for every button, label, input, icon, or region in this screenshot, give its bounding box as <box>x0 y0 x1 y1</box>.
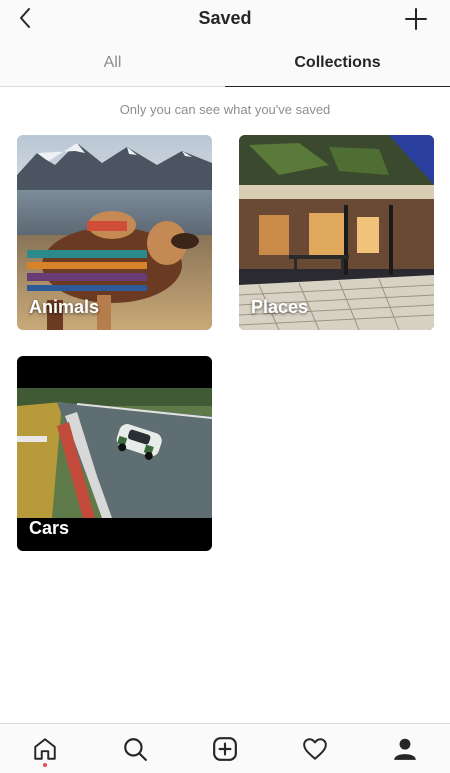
page-title: Saved <box>198 8 252 28</box>
heart-icon <box>303 737 327 760</box>
nav-create-post[interactable] <box>205 729 245 769</box>
nav-profile[interactable] <box>385 729 425 769</box>
tab-all[interactable]: All <box>0 40 225 86</box>
tab-collections[interactable]: Collections <box>225 40 450 87</box>
collection-card-places[interactable]: Places <box>239 135 434 330</box>
privacy-notice: Only you can see what you've saved <box>119 102 331 117</box>
profile-icon <box>394 738 416 760</box>
collection-label: Places <box>251 297 309 317</box>
nav-home[interactable] <box>25 729 65 769</box>
nav-activity[interactable] <box>295 729 335 769</box>
bottom-nav <box>0 723 450 773</box>
add-post-icon <box>213 736 237 761</box>
collection-label: Cars <box>29 518 70 538</box>
header: Saved <box>0 0 450 40</box>
home-icon <box>34 737 56 760</box>
collection-card-animals[interactable]: Animals <box>17 135 212 330</box>
nav-search[interactable] <box>115 729 155 769</box>
collection-card-cars[interactable]: Cars <box>17 356 212 551</box>
notification-dot <box>43 762 47 767</box>
collection-label: Animals <box>29 297 100 317</box>
tab-bar: All Collections <box>0 40 450 87</box>
plus-icon[interactable] <box>404 7 428 31</box>
search-icon <box>124 737 147 761</box>
